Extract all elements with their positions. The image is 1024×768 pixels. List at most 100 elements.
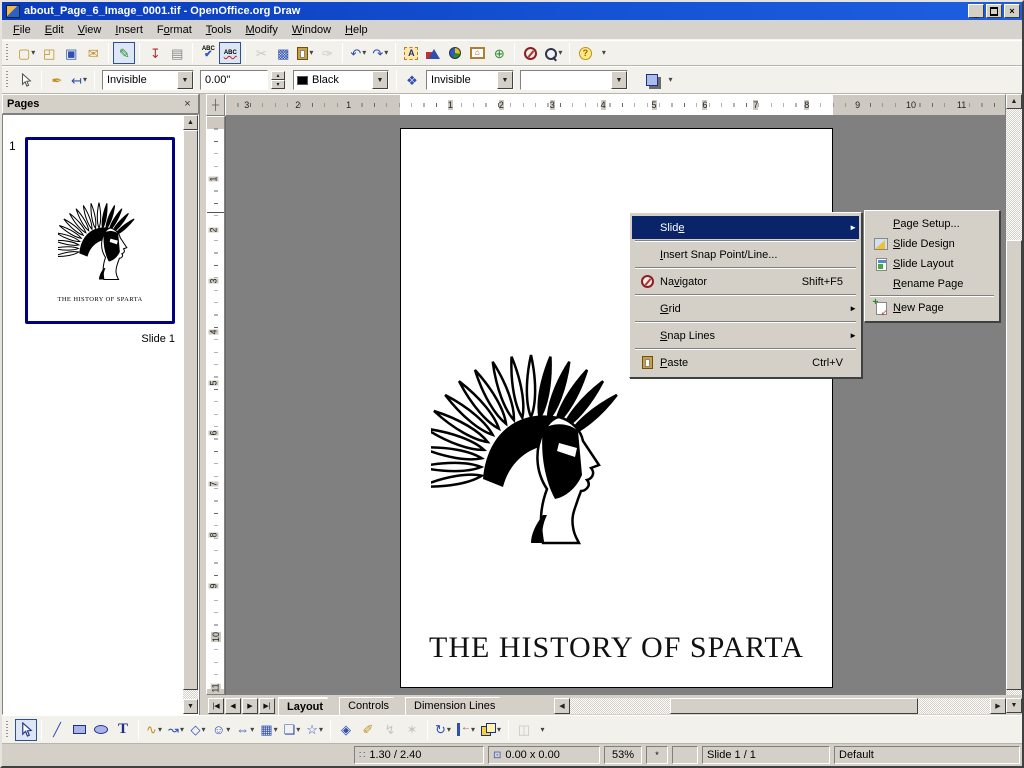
menu-file[interactable]: File bbox=[6, 22, 38, 38]
toolbar-options-button[interactable]: ▾ bbox=[596, 42, 610, 64]
zoom-button[interactable]: ▾ bbox=[541, 42, 565, 64]
send-email-button[interactable]: ✉ bbox=[82, 42, 104, 64]
format-paintbrush-button[interactable]: ✑ bbox=[316, 42, 338, 64]
line-color-dropdown-icon[interactable]: ▼ bbox=[372, 71, 388, 89]
scroll-thumb[interactable] bbox=[1006, 240, 1022, 690]
menu-window[interactable]: Window bbox=[285, 22, 338, 38]
insert-graphic-button[interactable] bbox=[422, 42, 444, 64]
context-menu-item-snap-lines[interactable]: Snap Lines ► bbox=[632, 324, 859, 347]
area-fill-select[interactable]: ▼ bbox=[520, 70, 628, 90]
alignment-button[interactable]: ▾ bbox=[454, 719, 478, 741]
scroll-up-button[interactable]: ▲ bbox=[1006, 94, 1022, 109]
line-width-stepper[interactable]: ▴▾ bbox=[271, 71, 285, 89]
horizontal-ruler[interactable]: 3211234567891011 bbox=[225, 94, 1006, 116]
connector-tool-button[interactable]: ↝▾ bbox=[165, 719, 187, 741]
submenu-item-rename-page[interactable]: Rename Page bbox=[867, 274, 997, 294]
status-zoom-cell[interactable]: 53% bbox=[604, 746, 642, 764]
menu-tools[interactable]: Tools bbox=[199, 22, 239, 38]
fontwork-button[interactable]: A bbox=[400, 42, 422, 64]
minimize-button[interactable]: _ bbox=[968, 4, 984, 18]
area-dialog-button[interactable]: ❖ bbox=[401, 69, 423, 91]
spin-down-icon[interactable]: ▾ bbox=[271, 80, 285, 89]
scroll-track[interactable] bbox=[183, 130, 198, 699]
toolbar-grip[interactable] bbox=[6, 44, 11, 62]
select-tool-button[interactable] bbox=[15, 719, 37, 741]
scroll-down-button[interactable]: ▼ bbox=[1006, 698, 1022, 713]
arrow-style-button[interactable]: ↤▾ bbox=[68, 69, 90, 91]
scroll-down-button[interactable]: ▼ bbox=[183, 699, 198, 714]
tab-controls[interactable]: Controls bbox=[339, 697, 405, 715]
last-page-button[interactable]: ▶| bbox=[259, 698, 275, 714]
line-width-input[interactable]: 0.00" bbox=[200, 70, 268, 90]
ellipse-tool-button[interactable] bbox=[90, 719, 112, 741]
new-document-button[interactable]: ▢▾ bbox=[15, 42, 38, 64]
area-style-dropdown-icon[interactable]: ▼ bbox=[497, 71, 513, 89]
line-dialog-button[interactable]: ✒ bbox=[46, 69, 68, 91]
submenu-item-page-setup[interactable]: Page Setup... bbox=[867, 214, 997, 234]
line-color-select[interactable]: Black ▼ bbox=[293, 70, 389, 90]
submenu-item-slide-layout[interactable]: Slide Layout bbox=[867, 254, 997, 274]
toolbar-grip[interactable] bbox=[6, 721, 11, 739]
rotate-button[interactable]: ↻▾ bbox=[432, 719, 454, 741]
vertical-scrollbar[interactable]: ▲ bbox=[1006, 94, 1022, 695]
scroll-right-button[interactable]: ▶ bbox=[990, 698, 1006, 714]
text-tool-button[interactable]: T bbox=[112, 719, 134, 741]
context-menu-item-insert-snap-point-line[interactable]: Insert Snap Point/Line... bbox=[632, 243, 859, 266]
drawing-canvas[interactable]: THE HISTORY OF SPARTA bbox=[225, 116, 1006, 695]
insert-object-button[interactable]: ◫ bbox=[513, 719, 535, 741]
gallery-button[interactable]: ⌂ bbox=[466, 42, 488, 64]
submenu-item-new-page[interactable]: New Page bbox=[867, 298, 997, 318]
shadow-button[interactable] bbox=[641, 69, 663, 91]
scroll-thumb[interactable] bbox=[670, 698, 918, 714]
scroll-track[interactable] bbox=[1006, 109, 1022, 695]
glue-points-button[interactable]: ✐ bbox=[357, 719, 379, 741]
block-arrows-button[interactable]: ⇔▾ bbox=[233, 719, 257, 741]
save-button[interactable]: ▣ bbox=[60, 42, 82, 64]
arrange-button[interactable]: ▾ bbox=[478, 719, 504, 741]
next-page-button[interactable]: ▶ bbox=[242, 698, 258, 714]
basic-shapes-button[interactable]: ◇▾ bbox=[187, 719, 209, 741]
context-menu-item-navigator[interactable]: Navigator Shift+F5 bbox=[632, 270, 859, 293]
slide-thumbnail[interactable]: THE HISTORY OF SPARTA bbox=[25, 137, 175, 324]
interaction-button[interactable]: ↯ bbox=[379, 719, 401, 741]
menu-modify[interactable]: Modify bbox=[238, 22, 284, 38]
copy-button[interactable]: ▩ bbox=[272, 42, 294, 64]
context-menu-item-slide[interactable]: Slide ► bbox=[632, 216, 859, 239]
export-pdf-button[interactable]: ↧ bbox=[144, 42, 166, 64]
line-style-dropdown-icon[interactable]: ▼ bbox=[177, 71, 193, 89]
status-style-cell[interactable]: Default bbox=[834, 746, 1020, 764]
insert-chart-button[interactable] bbox=[444, 42, 466, 64]
menu-edit[interactable]: Edit bbox=[38, 22, 71, 38]
curve-tool-button[interactable]: ∿▾ bbox=[143, 719, 165, 741]
line-tool-button[interactable]: ╱ bbox=[46, 719, 68, 741]
context-menu-item-grid[interactable]: Grid ► bbox=[632, 297, 859, 320]
context-menu-item-paste[interactable]: Paste Ctrl+V bbox=[632, 351, 859, 374]
flowchart-button[interactable]: ▦▾ bbox=[257, 719, 280, 741]
toolbar-options-button[interactable]: ▾ bbox=[663, 69, 677, 91]
submenu-item-slide-design[interactable]: Slide Design bbox=[867, 234, 997, 254]
tab-dimension-lines[interactable]: Dimension Lines bbox=[405, 697, 511, 715]
menu-view[interactable]: View bbox=[71, 22, 109, 38]
scroll-left-button[interactable]: ◀ bbox=[554, 698, 570, 714]
ruler-origin-corner[interactable]: ┼ bbox=[206, 94, 225, 116]
open-button[interactable]: ◰ bbox=[38, 42, 60, 64]
tab-layout[interactable]: Layout bbox=[278, 697, 339, 715]
callouts-button[interactable]: ❏▾ bbox=[281, 719, 304, 741]
first-page-button[interactable]: |◀ bbox=[208, 698, 224, 714]
vertical-ruler[interactable]: 1234567891011 bbox=[206, 116, 225, 695]
menu-insert[interactable]: Insert bbox=[108, 22, 150, 38]
menu-format[interactable]: Format bbox=[150, 22, 199, 38]
pages-panel-close-button[interactable]: × bbox=[181, 98, 194, 111]
paste-button[interactable]: ▾ bbox=[294, 42, 316, 64]
pages-scrollbar[interactable]: ▲ ▼ bbox=[183, 115, 198, 714]
redo-button[interactable]: ↷▾ bbox=[369, 42, 391, 64]
edit-file-button[interactable]: ✎ bbox=[113, 42, 135, 64]
edit-points-button[interactable]: ◈ bbox=[335, 719, 357, 741]
effects-button[interactable]: ✶ bbox=[401, 719, 423, 741]
line-style-select[interactable]: Invisible ▼ bbox=[102, 70, 194, 90]
horizontal-scrollbar[interactable]: ◀ ▶ bbox=[554, 698, 1006, 714]
navigator-button[interactable] bbox=[519, 42, 541, 64]
area-style-select[interactable]: Invisible ▼ bbox=[426, 70, 514, 90]
hyperlink-button[interactable]: ⊕ bbox=[488, 42, 510, 64]
spellcheck-button[interactable]: ABC✔ bbox=[197, 42, 219, 64]
